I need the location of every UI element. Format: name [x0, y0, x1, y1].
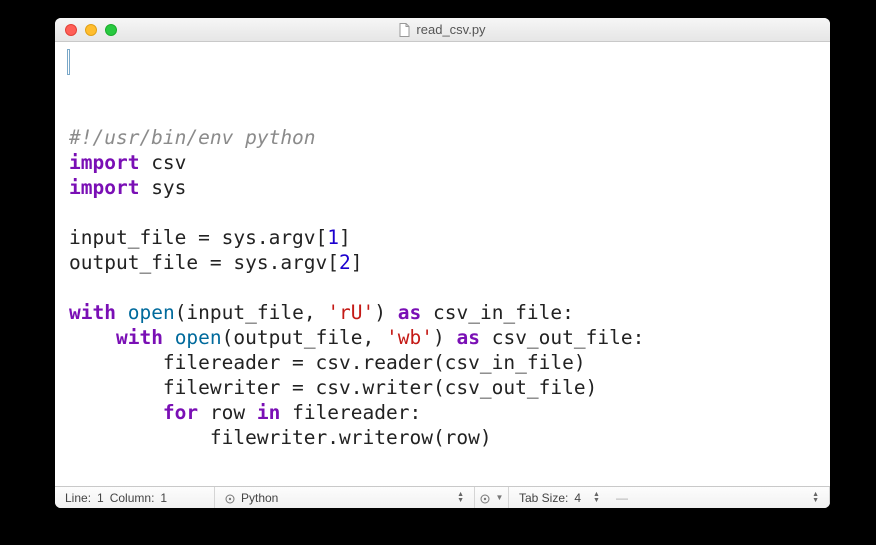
code-line: #!/usr/bin/env python	[69, 125, 822, 150]
gear-icon	[225, 493, 235, 503]
updown-arrows-icon: ▲▼	[457, 492, 464, 504]
code-token: as	[398, 301, 421, 324]
code-token: csv_in_file:	[421, 301, 574, 324]
minimize-button[interactable]	[85, 24, 97, 36]
code-token: open	[128, 301, 175, 324]
code-token: ]	[351, 251, 363, 274]
divider: —	[616, 491, 628, 505]
code-token: )	[374, 301, 397, 324]
updown-arrows-icon: ▲▼	[593, 492, 600, 504]
code-token: sys	[139, 176, 186, 199]
column-number: 1	[160, 491, 167, 505]
code-token: for	[163, 401, 198, 424]
code-line: import csv	[69, 150, 822, 175]
code-token: import	[69, 176, 139, 199]
code-token: in	[257, 401, 280, 424]
code-token: as	[456, 326, 479, 349]
updown-arrows-icon: ▲▼	[812, 492, 819, 504]
gear-icon	[480, 493, 490, 503]
line-number: 1	[97, 491, 104, 505]
code-line: import sys	[69, 175, 822, 200]
window-title: read_csv.py	[55, 22, 830, 37]
syntax-label: Python	[241, 491, 278, 505]
code-line: for row in filereader:	[69, 400, 822, 425]
code-token: csv	[139, 151, 186, 174]
code-token: 2	[339, 251, 351, 274]
code-token	[69, 326, 116, 349]
code-token: output_file = sys.argv[	[69, 251, 339, 274]
code-token: ]	[339, 226, 351, 249]
status-settings-button[interactable]: ▼	[475, 487, 509, 508]
code-line: output_file = sys.argv[2]	[69, 250, 822, 275]
titlebar: read_csv.py	[55, 18, 830, 42]
code-token	[69, 401, 163, 424]
code-token: import	[69, 151, 139, 174]
code-line	[69, 200, 822, 225]
traffic-lights	[55, 24, 117, 36]
code-token: csv_out_file:	[480, 326, 644, 349]
tab-size-value: 4	[574, 491, 581, 505]
window-title-text: read_csv.py	[416, 22, 485, 37]
code-line: filewriter.writerow(row)	[69, 425, 822, 450]
line-label: Line:	[65, 491, 91, 505]
code-line: input_file = sys.argv[1]	[69, 225, 822, 250]
editor-window: read_csv.py #!/usr/bin/env pythonimport …	[55, 18, 830, 508]
column-label: Column:	[110, 491, 155, 505]
code-token	[116, 301, 128, 324]
code-token: 'rU'	[327, 301, 374, 324]
code-token: filereader:	[280, 401, 421, 424]
file-icon	[399, 23, 410, 37]
code-line: with open(input_file, 'rU') as csv_in_fi…	[69, 300, 822, 325]
chevron-down-icon: ▼	[496, 493, 504, 502]
code-token: filewriter = csv.writer(csv_out_file)	[69, 376, 597, 399]
statusbar: Line: 1 Column: 1 Python ▲▼	[55, 486, 830, 508]
code-editor[interactable]: #!/usr/bin/env pythonimport csvimport sy…	[55, 42, 830, 486]
code-token: filewriter.writerow(row)	[69, 426, 492, 449]
code-token: open	[175, 326, 222, 349]
status-syntax-selector[interactable]: Python ▲▼	[215, 487, 475, 508]
code-token: (input_file,	[175, 301, 328, 324]
code-token: #!/usr/bin/env python	[69, 126, 316, 149]
code-token: 'wb'	[386, 326, 433, 349]
code-token	[163, 326, 175, 349]
code-token: )	[433, 326, 456, 349]
tab-size-label: Tab Size:	[519, 491, 568, 505]
code-token: with	[69, 301, 116, 324]
text-caret	[68, 50, 69, 74]
code-token: 1	[327, 226, 339, 249]
status-tab-size-selector[interactable]: Tab Size: 4 ▲▼ — ▲▼	[509, 487, 830, 508]
status-cursor-position[interactable]: Line: 1 Column: 1	[55, 487, 215, 508]
code-token: row	[198, 401, 257, 424]
zoom-button[interactable]	[105, 24, 117, 36]
code-token: filereader = csv.reader(csv_in_file)	[69, 351, 586, 374]
close-button[interactable]	[65, 24, 77, 36]
code-line: filereader = csv.reader(csv_in_file)	[69, 350, 822, 375]
code-line: filewriter = csv.writer(csv_out_file)	[69, 375, 822, 400]
code-token: with	[116, 326, 163, 349]
code-line: with open(output_file, 'wb') as csv_out_…	[69, 325, 822, 350]
code-token: (output_file,	[222, 326, 386, 349]
code-token: input_file = sys.argv[	[69, 226, 327, 249]
code-line	[69, 275, 822, 300]
